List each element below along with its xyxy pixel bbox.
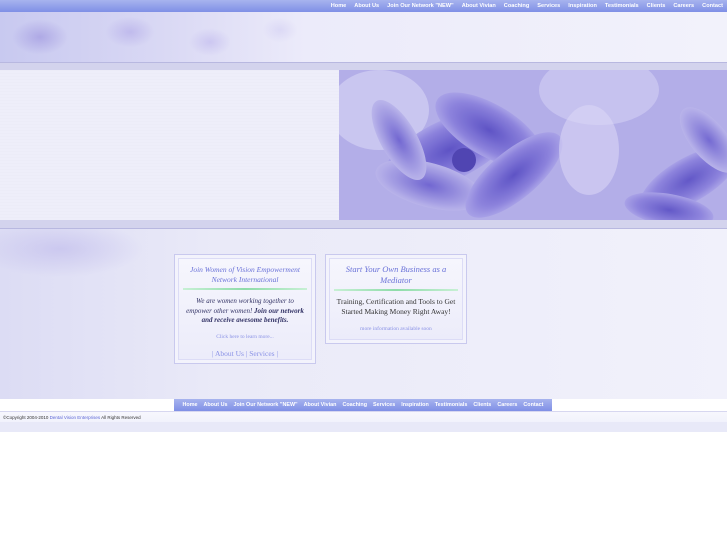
hero-section — [0, 70, 727, 220]
copyright-suffix: All Rights Reserved — [101, 415, 141, 420]
divider-band-top — [0, 62, 727, 70]
header-banner — [0, 12, 727, 62]
hero-left-panel — [0, 70, 339, 220]
top-nav: Home About Us Join Our Network "NEW" Abo… — [0, 0, 727, 12]
bottom-nav-home[interactable]: Home — [180, 399, 201, 411]
bottom-nav-services[interactable]: Services — [370, 399, 398, 411]
nav-about-us[interactable]: About Us — [350, 0, 383, 12]
mediator-box: Start Your Own Business as a Mediator Tr… — [325, 254, 467, 344]
women-network-box: Join Women of Vision Empowerment Network… — [174, 254, 316, 364]
women-network-title[interactable]: Join Women of Vision Empowerment Network… — [179, 259, 311, 285]
footer-bar — [0, 422, 727, 432]
nav-contact[interactable]: Contact — [698, 0, 727, 12]
flower-illustration — [339, 70, 727, 220]
learn-more-link[interactable]: Click here to learn more... — [179, 334, 311, 340]
title-divider — [334, 289, 458, 291]
nav-careers[interactable]: Careers — [669, 0, 698, 12]
nav-home[interactable]: Home — [327, 0, 351, 12]
nav-inspiration[interactable]: Inspiration — [564, 0, 601, 12]
title-divider — [183, 288, 307, 290]
nav-join-network[interactable]: Join Our Network "NEW" — [383, 0, 458, 12]
copyright-prefix: ©Copyright 2004-2010 — [3, 415, 49, 420]
nav-services[interactable]: Services — [533, 0, 564, 12]
nav-coaching[interactable]: Coaching — [500, 0, 533, 12]
bottom-nav-testimonials[interactable]: Testimonials — [432, 399, 471, 411]
banner-flower-decoration — [0, 12, 320, 62]
bottom-nav: Home About Us Join Our Network "NEW" Abo… — [174, 399, 552, 411]
women-network-text: We are women working together to empower… — [179, 293, 311, 326]
hero-flower-image — [339, 70, 727, 220]
company-link[interactable]: Dental Vision Enterprises — [50, 415, 100, 420]
bottom-nav-inspiration[interactable]: Inspiration — [398, 399, 432, 411]
bottom-nav-careers[interactable]: Careers — [494, 399, 520, 411]
copyright-text: ©Copyright 2004-2010 Dental Vision Enter… — [3, 415, 141, 420]
footer: ©Copyright 2004-2010 Dental Vision Enter… — [0, 411, 727, 432]
women-box-nav-links[interactable]: | About Us | Services | — [179, 349, 311, 358]
bottom-nav-clients[interactable]: Clients — [470, 399, 494, 411]
mediator-title[interactable]: Start Your Own Business as a Mediator — [330, 259, 462, 286]
nav-clients[interactable]: Clients — [643, 0, 670, 12]
bottom-nav-about-vivian[interactable]: About Vivian — [301, 399, 340, 411]
divider-band-bottom — [0, 220, 727, 229]
bottom-nav-join-network[interactable]: Join Our Network "NEW" — [230, 399, 300, 411]
bottom-nav-contact[interactable]: Contact — [520, 399, 546, 411]
nav-testimonials[interactable]: Testimonials — [601, 0, 643, 12]
bottom-nav-about-us[interactable]: About Us — [201, 399, 231, 411]
nav-about-vivian[interactable]: About Vivian — [458, 0, 500, 12]
mediator-text: Training, Certification and Tools to Get… — [336, 297, 456, 316]
bottom-nav-coaching[interactable]: Coaching — [339, 399, 370, 411]
mediator-info-link[interactable]: more information available soon — [330, 326, 462, 332]
